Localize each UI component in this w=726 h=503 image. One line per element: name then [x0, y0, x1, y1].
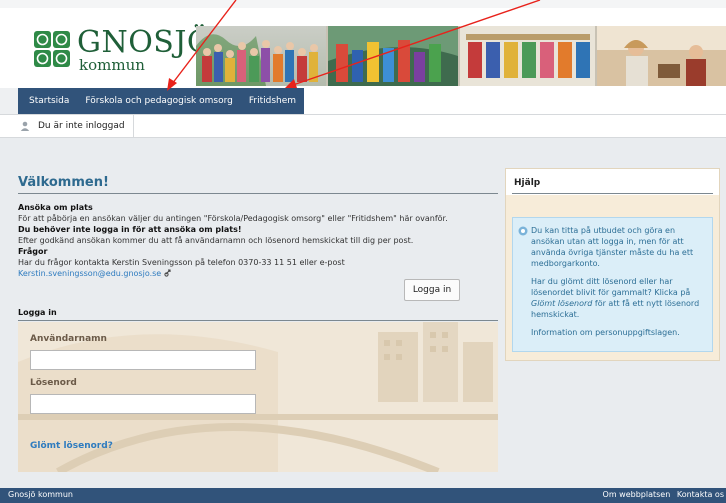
login-panel: Användarnamn Lösenord Glömt lösenord?: [18, 322, 498, 472]
main-content: Välkommen! Ansöka om plats För att påbör…: [18, 158, 498, 480]
no-login-heading: Du behöver inte logga in för att ansöka …: [18, 225, 242, 234]
contact-email-link[interactable]: Kerstin.sveningsson@edu.gnosjo.se: [18, 269, 161, 278]
nav-item-forskola[interactable]: Förskola och pedagogisk omsorg: [85, 96, 232, 106]
top-strip: [0, 0, 726, 8]
no-login-text: Efter godkänd ansökan kommer du att få a…: [18, 236, 414, 245]
username-label: Användarnamn: [30, 334, 107, 344]
title-divider: [18, 193, 498, 194]
login-status-bar: Du är inte inloggad: [0, 114, 726, 138]
forgot-password-link[interactable]: Glömt lösenord?: [30, 441, 113, 451]
password-label: Lösenord: [30, 378, 77, 388]
help-title: Hjälp: [514, 178, 541, 188]
apply-heading: Ansöka om plats: [18, 203, 93, 212]
main-navigation: Startsida Förskola och pedagogisk omsorg…: [18, 88, 726, 114]
login-divider: [18, 320, 498, 321]
help-text-intro: Du kan titta på utbudet och göra en ansö…: [531, 226, 694, 268]
login-status: Du är inte inloggad: [18, 115, 134, 137]
apply-text: För att påbörja en ansökan väljer du ant…: [18, 214, 448, 223]
site-footer: Gnosjö kommun Om webbplatsen Kontakta os: [0, 488, 726, 503]
username-input[interactable]: [30, 350, 256, 370]
logo-subtitle: kommun: [79, 56, 145, 74]
footer-link-about[interactable]: Om webbplatsen: [603, 490, 671, 499]
help-panel: Hjälp Du kan titta på utbudet och göra e…: [505, 168, 720, 361]
logo-title: GNOSJÖ: [77, 25, 212, 60]
password-input[interactable]: [30, 394, 256, 414]
municipality-emblem-icon: [34, 31, 70, 67]
questions-text: Har du frågor kontakta Kerstin Sveningss…: [18, 258, 345, 267]
external-link-icon: [164, 269, 171, 277]
user-icon: [20, 121, 30, 131]
help-info-box: Du kan titta på utbudet och göra en ansö…: [512, 217, 713, 352]
help-text-forgot: Har du glömt ditt lösenord eller har lös…: [531, 276, 704, 320]
login-button[interactable]: Logga in: [404, 279, 460, 301]
privacy-info-link[interactable]: Information om personuppgiftslagen.: [531, 327, 704, 338]
questions-heading: Frågor: [18, 247, 48, 256]
info-icon: [518, 226, 528, 236]
nav-item-startsida[interactable]: Startsida: [29, 96, 69, 106]
apply-section: Ansöka om plats För att påbörja en ansök…: [18, 202, 496, 279]
page-title: Välkommen!: [18, 175, 109, 190]
footer-links: Om webbplatsen Kontakta os: [599, 490, 724, 499]
nav-tab-bar: Startsida Förskola och pedagogisk omsorg…: [18, 88, 305, 114]
footer-site-name: Gnosjö kommun: [8, 490, 73, 499]
header-banner-image: [196, 26, 726, 86]
login-heading: Logga in: [18, 308, 57, 317]
login-status-text: Du är inte inloggad: [38, 121, 125, 131]
nav-item-fritidshem[interactable]: Fritidshem: [249, 96, 296, 106]
help-forgot-reference: Glömt lösenord: [531, 299, 593, 308]
help-divider: [512, 193, 713, 194]
help-forgot-text-a: Har du glömt ditt lösenord eller har lös…: [531, 277, 691, 297]
site-logo[interactable]: GNOSJÖ kommun: [33, 27, 218, 77]
help-title-bar: Hjälp: [506, 169, 719, 195]
footer-link-contact[interactable]: Kontakta os: [677, 490, 724, 499]
